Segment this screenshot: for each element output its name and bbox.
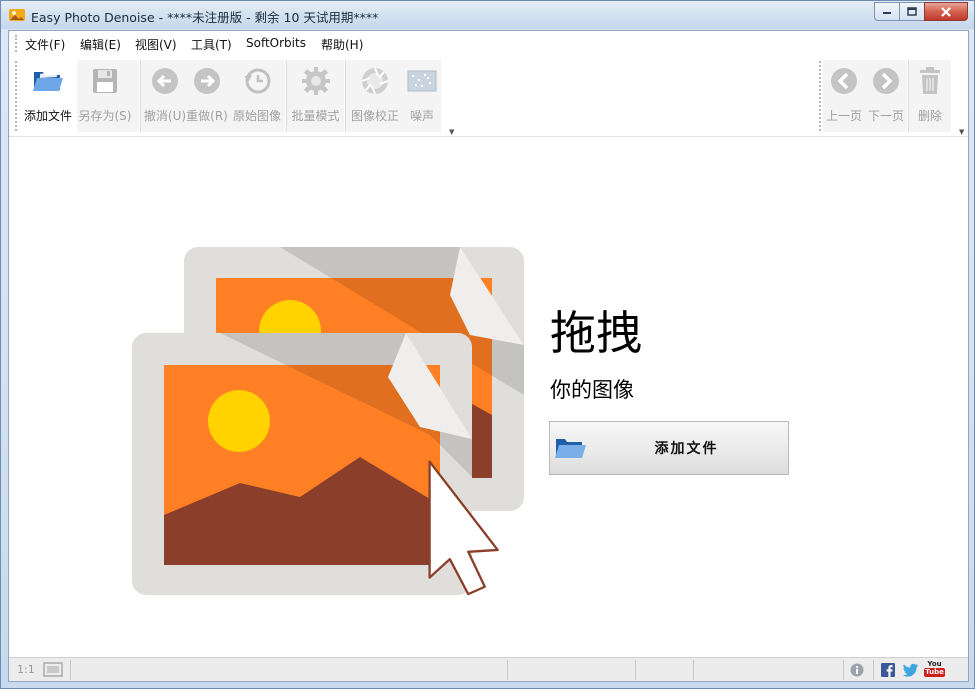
drop-zone[interactable]: 拖拽 你的图像 添加文件 — [9, 136, 968, 657]
status-cell — [843, 660, 844, 680]
redo-label: 重做(R) — [186, 109, 228, 123]
redo-button[interactable]: 重做(R) — [183, 60, 231, 132]
next-page-button[interactable]: 下一页 — [865, 60, 907, 132]
next-page-label: 下一页 — [867, 109, 904, 123]
menu-edit[interactable]: 编辑(E) — [80, 36, 121, 53]
app-window: Easy Photo Denoise - ****未注册版 - 剩余 10 天试… — [0, 0, 975, 689]
previous-page-label: 上一页 — [825, 109, 862, 123]
undo-button[interactable]: 撤消(U) — [141, 60, 189, 132]
facebook-icon[interactable] — [881, 663, 895, 677]
drag-title: 拖拽 — [550, 306, 642, 360]
status-cell — [507, 660, 508, 680]
close-icon — [941, 6, 951, 17]
next-page-icon — [873, 68, 899, 94]
original-image-label: 原始图像 — [232, 109, 281, 123]
add-file-toolbar-button[interactable]: 添加文件 — [19, 60, 77, 132]
image-correction-label: 图像校正 — [350, 109, 399, 123]
history-clock-icon — [244, 68, 271, 94]
original-image-button[interactable]: 原始图像 — [229, 60, 285, 132]
menu-file[interactable]: 文件(F) — [25, 36, 65, 53]
noise-image-icon — [407, 70, 437, 92]
previous-page-icon — [831, 68, 857, 94]
menu-help[interactable]: 帮助(H) — [321, 36, 363, 53]
save-as-button[interactable]: 另存为(S) — [73, 60, 137, 132]
close-button[interactable] — [924, 2, 968, 21]
app-icon — [9, 9, 25, 21]
toolbar-right-overflow-chevron-icon[interactable]: ▼ — [959, 128, 964, 136]
menu-view[interactable]: 视图(V) — [135, 36, 177, 53]
menu-grip[interactable] — [15, 35, 18, 52]
menu-tools[interactable]: 工具(T) — [191, 36, 232, 53]
minimize-button[interactable] — [874, 2, 900, 21]
menu-bar: 文件(F) 编辑(E) 视图(V) 工具(T) SoftOrbits 帮助(H) — [9, 31, 968, 56]
maximize-icon — [907, 7, 917, 16]
fit-screen-icon[interactable] — [43, 662, 63, 677]
minimize-icon — [883, 11, 891, 14]
previous-page-button[interactable]: 上一页 — [823, 60, 865, 132]
front-photo-sun-icon — [208, 390, 270, 452]
toolbar: 添加文件 另存为(S) 撤消(U) 重做(R) 原始图像 批量模式 图像校正 噪… — [9, 56, 968, 136]
trash-icon — [920, 67, 940, 94]
toolbar-right-grip[interactable] — [819, 61, 822, 131]
save-disk-icon — [93, 69, 117, 93]
noise-label: 噪声 — [409, 109, 434, 123]
maximize-button[interactable] — [899, 2, 925, 21]
gear-icon — [301, 67, 330, 95]
add-file-button-label: 添加文件 — [654, 441, 719, 457]
status-cell — [635, 660, 636, 680]
batch-mode-button[interactable]: 批量模式 — [287, 60, 344, 132]
status-cell — [70, 660, 71, 680]
delete-button[interactable]: 删除 — [909, 60, 951, 132]
undo-label: 撤消(U) — [143, 109, 187, 123]
status-bar: 1:1 You Tube — [9, 657, 968, 681]
zoom-label[interactable]: 1:1 — [17, 663, 35, 676]
info-icon[interactable] — [850, 663, 864, 677]
aperture-icon — [361, 67, 389, 95]
menu-softorbits[interactable]: SoftOrbits — [246, 36, 306, 50]
toolbar-grip[interactable] — [15, 61, 18, 131]
drag-photos-illustration — [132, 247, 524, 596]
title-bar[interactable]: Easy Photo Denoise - ****未注册版 - 剩余 10 天试… — [1, 1, 974, 29]
youtube-icon[interactable]: You Tube — [924, 660, 945, 679]
add-file-button[interactable]: 添加文件 — [549, 421, 789, 475]
twitter-icon[interactable] — [903, 663, 919, 677]
drag-subtitle: 你的图像 — [550, 378, 634, 402]
status-cell — [873, 660, 874, 680]
client-area: 文件(F) 编辑(E) 视图(V) 工具(T) SoftOrbits 帮助(H) — [8, 30, 969, 682]
status-cell — [693, 660, 694, 680]
redo-arrow-icon — [194, 68, 220, 94]
open-folder-icon — [33, 71, 63, 91]
toolbar-overflow-chevron-icon[interactable]: ▼ — [449, 128, 454, 136]
batch-mode-label: 批量模式 — [291, 109, 340, 123]
add-file-label: 添加文件 — [23, 109, 72, 123]
save-as-label: 另存为(S) — [78, 109, 132, 123]
window-title: Easy Photo Denoise - ****未注册版 - 剩余 10 天试… — [31, 10, 379, 25]
delete-label: 删除 — [917, 109, 942, 123]
undo-arrow-icon — [152, 68, 178, 94]
noise-button[interactable]: 噪声 — [402, 60, 442, 132]
image-correction-button[interactable]: 图像校正 — [346, 60, 404, 132]
